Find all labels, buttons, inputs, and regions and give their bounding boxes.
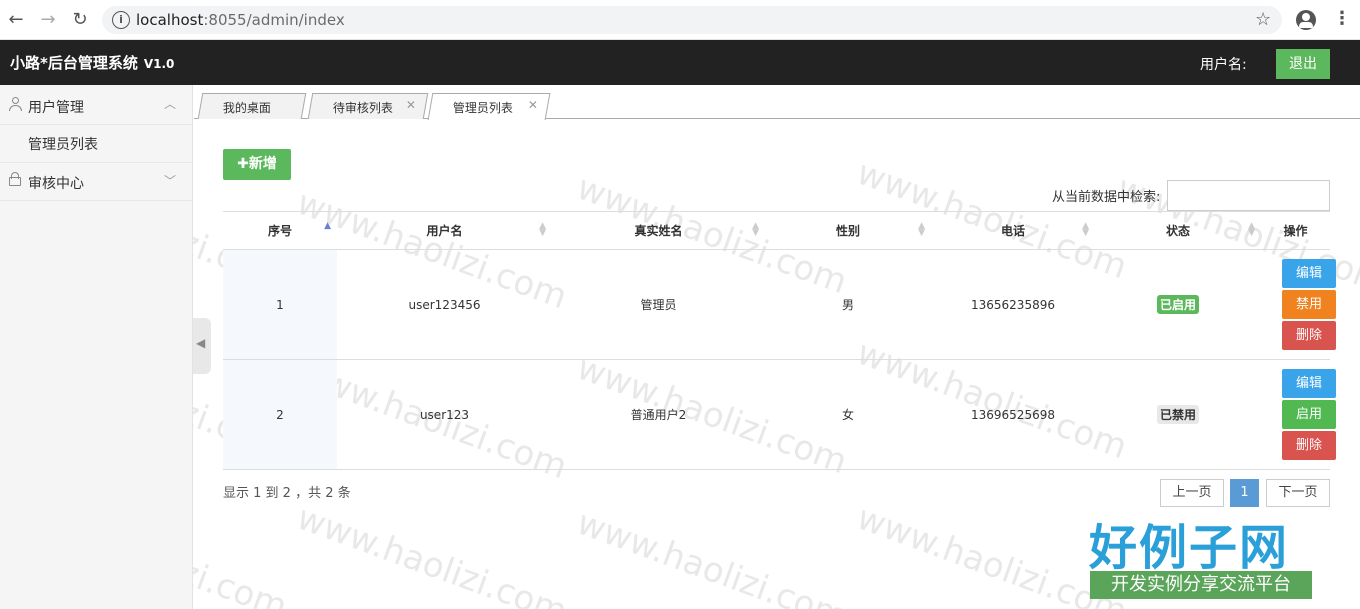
browser-toolbar: ← → ↻ i localhost:8055/admin/index ☆ ⋮ xyxy=(0,0,1360,40)
chevron-down-icon: ﹀ xyxy=(164,174,177,188)
watermark-logo-tagline: 开发实例分享交流平台 xyxy=(1090,571,1312,599)
sidebar-group-label: 审核中心 xyxy=(28,176,84,192)
table-row: 1 user123456 管理员 男 13656235896 已启用 编辑 禁用… xyxy=(223,249,1336,360)
close-icon[interactable]: ✕ xyxy=(528,98,538,112)
user-icon xyxy=(12,97,19,104)
browser-menu-icon[interactable]: ⋮ xyxy=(1333,8,1351,29)
status-badge: 已禁用 xyxy=(1156,405,1199,424)
sidebar-group-review-center[interactable]: 审核中心 ﹀ xyxy=(0,163,192,201)
sort-icon: ▲ ▼ xyxy=(1248,221,1255,238)
sidebar-collapse-handle[interactable]: ◀ xyxy=(193,318,211,374)
column-label: 序号 xyxy=(267,224,292,238)
cell-phone: 13696525698 xyxy=(931,359,1095,470)
delete-button[interactable]: 删除 xyxy=(1282,321,1336,350)
sort-asc-icon: ▲ xyxy=(324,221,331,231)
delete-button[interactable]: 删除 xyxy=(1282,431,1336,460)
tab-label: 管理员列表 xyxy=(452,101,513,115)
chevron-left-icon: ◀ xyxy=(196,336,206,350)
prev-page-button[interactable]: 上一页 xyxy=(1160,479,1224,507)
search-label: 从当前数据中检索: xyxy=(1052,190,1161,205)
column-label: 用户名 xyxy=(426,224,463,238)
table-header-row: 序号 ▲ 用户名 ▲ ▼ 真实姓名 ▲ ▼ 性别 ▲ ▼ 电话 ▲ ▼ 状态 ▲ ▼ 操作 xyxy=(223,211,1330,250)
reload-icon[interactable]: ↻ xyxy=(70,10,90,30)
logout-button[interactable]: 退出 xyxy=(1276,49,1330,79)
bookmark-star-icon[interactable]: ☆ xyxy=(1255,9,1271,30)
cell-status: 已启用 xyxy=(1095,249,1261,360)
enable-button[interactable]: 启用 xyxy=(1282,400,1336,429)
tab-admin-list[interactable]: 管理员列表 ✕ xyxy=(427,93,551,120)
url-host: localhost xyxy=(136,11,204,29)
username-label: 用户名: xyxy=(1200,57,1247,73)
sort-icon: ▲ ▼ xyxy=(1082,221,1089,238)
profile-avatar-icon[interactable] xyxy=(1296,10,1316,30)
column-label: 真实姓名 xyxy=(634,224,683,238)
sidebar-item-admin-list[interactable]: 管理员列表 xyxy=(0,125,192,163)
column-header-username[interactable]: 用户名 ▲ ▼ xyxy=(337,211,552,250)
sidebar-item-label: 管理员列表 xyxy=(28,137,98,153)
edit-button[interactable]: 编辑 xyxy=(1282,369,1336,398)
cell-realname: 普通用户2 xyxy=(552,359,765,470)
watermark-text: www.haolizi.com xyxy=(571,502,853,609)
back-arrow-icon[interactable]: ← xyxy=(6,10,26,30)
search-input[interactable] xyxy=(1167,180,1330,211)
edit-button[interactable]: 编辑 xyxy=(1282,259,1336,288)
column-label: 性别 xyxy=(835,224,860,238)
tab-my-desktop[interactable]: 我的桌面 xyxy=(197,93,307,119)
app-header: 小路*后台管理系统 V1.0 用户名: 退出 xyxy=(0,40,1360,85)
cell-gender: 男 xyxy=(765,249,931,360)
column-header-gender[interactable]: 性别 ▲ ▼ xyxy=(765,211,931,250)
forward-arrow-icon[interactable]: → xyxy=(38,10,58,30)
page-1-button[interactable]: 1 xyxy=(1230,479,1259,507)
cell-username: user123 xyxy=(337,359,552,470)
watermark-logo: 好例子网 xyxy=(1089,520,1290,576)
add-button[interactable]: ✚新增 xyxy=(223,149,291,180)
tab-pending-review[interactable]: 待审核列表 ✕ xyxy=(307,93,429,119)
url-path: :8055/admin/index xyxy=(203,11,345,29)
table-summary: 显示 1 到 2 ，共 2 条 xyxy=(223,486,351,501)
column-header-realname[interactable]: 真实姓名 ▲ ▼ xyxy=(552,211,765,250)
url-text: localhost:8055/admin/index xyxy=(136,11,345,29)
tab-label: 我的桌面 xyxy=(222,101,271,115)
sort-icon: ▲ ▼ xyxy=(752,221,759,238)
app-title-text: 小路*后台管理系统 xyxy=(10,54,138,72)
table-row: 2 user123 普通用户2 女 13696525698 已禁用 编辑 启用 … xyxy=(223,359,1336,470)
column-label: 电话 xyxy=(1000,224,1025,238)
column-header-actions: 操作 xyxy=(1261,211,1330,250)
admin-table: 序号 ▲ 用户名 ▲ ▼ 真实姓名 ▲ ▼ 性别 ▲ ▼ 电话 ▲ ▼ 状态 ▲ ▼ 操作 1 use… xyxy=(223,211,1336,470)
chevron-up-icon: ︿ xyxy=(164,97,177,111)
sidebar-group-user-management[interactable]: 用户管理 ︿ xyxy=(0,85,192,125)
app-version: V1.0 xyxy=(143,57,175,71)
info-icon[interactable]: i xyxy=(112,11,130,29)
cell-actions: 编辑 启用 删除 xyxy=(1261,359,1336,470)
cell-gender: 女 xyxy=(765,359,931,470)
cell-index: 1 xyxy=(223,249,337,360)
tab-strip: 我的桌面 待审核列表 ✕ 管理员列表 ✕ xyxy=(194,85,1360,120)
cell-actions: 编辑 禁用 删除 xyxy=(1261,249,1336,360)
cell-username: user123456 xyxy=(337,249,552,360)
status-badge: 已启用 xyxy=(1156,295,1199,314)
column-header-phone[interactable]: 电话 ▲ ▼ xyxy=(931,211,1095,250)
cell-index: 2 xyxy=(223,359,337,470)
cell-realname: 管理员 xyxy=(552,249,765,360)
lock-icon-body xyxy=(9,177,21,186)
user-icon-body xyxy=(9,105,22,111)
cell-status: 已禁用 xyxy=(1095,359,1261,470)
sidebar-group-label: 用户管理 xyxy=(28,100,84,116)
column-header-status[interactable]: 状态 ▲ ▼ xyxy=(1095,211,1261,250)
sort-icon: ▲ ▼ xyxy=(918,221,925,238)
column-label: 状态 xyxy=(1165,224,1190,238)
disable-button[interactable]: 禁用 xyxy=(1282,290,1336,319)
tab-label: 待审核列表 xyxy=(332,101,393,115)
watermark-text: www.haolizi.com xyxy=(291,497,573,609)
sort-icon: ▲ ▼ xyxy=(539,221,546,238)
cell-phone: 13656235896 xyxy=(931,249,1095,360)
app-title: 小路*后台管理系统 V1.0 xyxy=(10,52,174,73)
next-page-button[interactable]: 下一页 xyxy=(1266,479,1330,507)
column-label: 操作 xyxy=(1283,224,1308,238)
sidebar: 用户管理 ︿ 管理员列表 审核中心 ﹀ xyxy=(0,85,193,609)
address-bar[interactable]: i localhost:8055/admin/index xyxy=(102,6,1282,34)
close-icon[interactable]: ✕ xyxy=(406,98,416,112)
column-header-index[interactable]: 序号 ▲ xyxy=(223,211,337,250)
